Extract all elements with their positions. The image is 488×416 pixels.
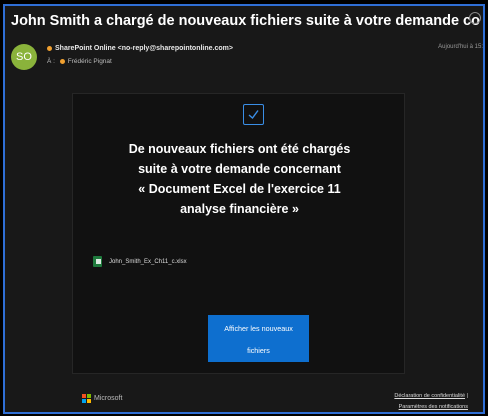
excel-file-icon [93,256,102,268]
presence-dot-icon [47,45,52,51]
view-files-button[interactable]: Afficher les nouveaux fichiers [208,315,309,362]
attachment-name: John_Smith_Ex_Ch11_c.xlsx [109,258,187,265]
microsoft-logo: Microsoft [82,390,123,404]
recipient-name[interactable]: Frédéric Pignat [68,58,112,65]
notification-settings-link[interactable]: Paramètres des notifications [399,404,468,410]
view-files-label: Afficher les nouveaux [224,324,293,333]
privacy-link[interactable]: Déclaration de confidentialité [394,393,465,399]
checkbox-icon [243,104,264,125]
footer-links: Déclaration de confidentialité | Paramèt… [394,391,468,413]
microsoft-wordmark: Microsoft [94,395,123,403]
link-separator: | [465,393,468,399]
received-date: Aujourd'hui à 15: [438,44,483,50]
card-title-line: analyse financière » [180,202,299,216]
card-title-line: De nouveaux fichiers ont été chargés [128,142,351,156]
recipient-line: À : Frédéric Pignat [47,58,112,65]
card-title-line: « Document Excel de l'exercice 11 [138,182,341,196]
view-files-label: fichiers [247,346,270,355]
more-options-icon[interactable] [469,12,481,24]
to-label: À : [47,58,55,65]
presence-dot-icon [59,58,65,64]
microsoft-grid-icon [82,394,91,404]
card-title: De nouveaux fichiers ont été chargés sui… [93,139,386,219]
notification-card: De nouveaux fichiers ont été chargés sui… [72,93,405,374]
email-header: SO SharePoint Online <no-reply@sharepoin… [9,40,483,76]
sender-line: SharePoint Online <no-reply@sharepointon… [47,45,233,52]
attachment-item[interactable]: John_Smith_Ex_Ch11_c.xlsx [93,253,187,268]
avatar: SO [11,44,37,70]
card-title-line: suite à votre demande concernant [138,162,341,176]
sender-address[interactable]: SharePoint Online <no-reply@sharepointon… [55,45,233,52]
email-subject: John Smith a chargé de nouveaux fichiers… [11,13,481,29]
